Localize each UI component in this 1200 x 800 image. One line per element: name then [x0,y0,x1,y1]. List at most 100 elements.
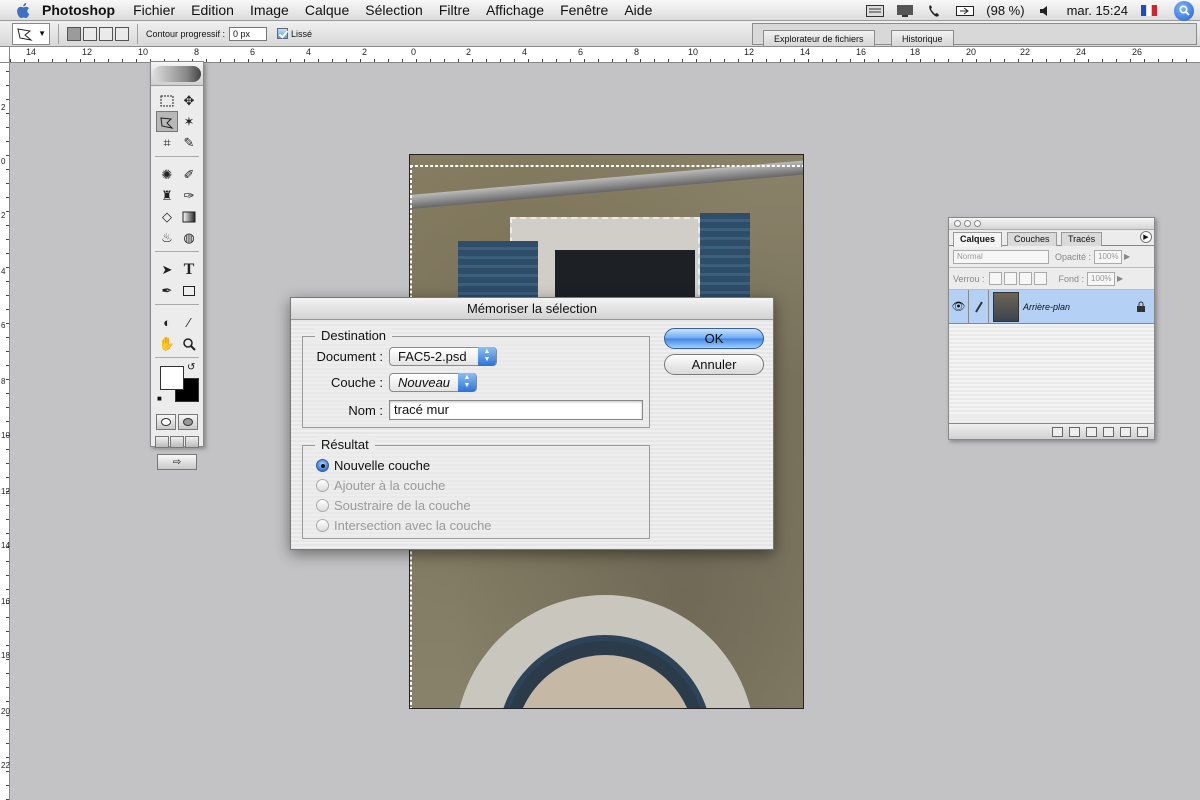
opacity-slider-icon[interactable]: ▶ [1124,252,1130,261]
radio-new-channel[interactable] [316,458,329,472]
screen-mode-full-button[interactable] [185,436,199,448]
dodge-tool-icon[interactable]: ◍ [178,227,200,248]
menu-fichier[interactable]: Fichier [133,2,175,18]
history-brush-icon[interactable]: ✑ [178,185,200,206]
subtract-selection-button[interactable] [99,26,113,41]
new-group-icon[interactable] [1086,426,1097,437]
gradient-tool-icon[interactable] [178,206,200,227]
lasso-tool-icon[interactable] [156,111,178,132]
volume-icon[interactable] [1037,4,1055,18]
default-colors-icon[interactable]: ■ [157,394,162,403]
lock-position-icon[interactable] [1018,272,1032,285]
screen-mode-standard-button[interactable] [155,436,169,448]
eyedropper-tool-icon[interactable]: ⁄ [178,312,200,333]
lock-all-icon[interactable] [1033,272,1047,285]
menu-image[interactable]: Image [250,2,289,18]
ok-button[interactable]: OK [664,328,764,349]
layer-name[interactable]: Arrière-plan [1023,302,1136,312]
palette-titlebar[interactable] [949,218,1154,230]
lock-transparency-icon[interactable] [988,272,1002,285]
tab-paths[interactable]: Tracés [1061,232,1103,246]
channel-name-input[interactable]: tracé mur [389,400,643,420]
standard-mode-button[interactable] [156,414,176,430]
pen-tool-icon[interactable]: ✒ [156,280,178,301]
fill-slider-icon[interactable]: ▶ [1117,274,1123,283]
swap-colors-icon[interactable]: ↺ [187,362,195,373]
menu-fenetre[interactable]: Fenêtre [560,2,608,18]
channel-select[interactable]: Nouveau ▲ ▼ [389,373,477,392]
zoom-tool-icon[interactable] [178,333,200,354]
move-tool-icon[interactable]: ✥ [178,90,200,111]
fill-input[interactable]: 100% [1087,271,1116,286]
document-select[interactable]: FAC5-2.psd ▲ ▼ [389,347,497,366]
marquee-tool-icon[interactable] [156,90,178,111]
palette-menu-icon[interactable]: ▶ [1140,231,1152,243]
menu-affichage[interactable]: Affichage [486,2,544,18]
battery-icon[interactable] [956,4,975,18]
opacity-input[interactable]: 100% [1094,249,1123,264]
toolbox-header[interactable] [151,62,203,86]
zoom-icon[interactable] [974,220,981,227]
type-tool-icon[interactable]: T [178,259,200,280]
menu-app-name[interactable]: Photoshop [42,2,115,18]
tab-layers[interactable]: Calques [953,232,1003,247]
brush-link-icon[interactable] [969,289,989,324]
layer-mask-icon[interactable] [1069,426,1080,437]
new-selection-button[interactable] [67,26,81,41]
radio-add-to-channel[interactable] [316,478,329,492]
brush-tool-icon[interactable]: ✐ [178,164,200,185]
menu-edition[interactable]: Edition [191,2,234,18]
vertical-ruler[interactable]: 2 0 2 4 6 8 10 12 14 16 18 20 22 [0,63,10,800]
feather-input[interactable]: 0 px [229,26,268,41]
menu-calque[interactable]: Calque [305,2,349,18]
shape-tool-icon[interactable] [178,280,200,301]
spotlight-icon[interactable] [1174,0,1194,21]
quick-mask-button[interactable] [178,414,198,430]
flag-fr-icon[interactable] [1140,4,1158,18]
dialog-title[interactable]: Mémoriser la sélection [291,298,773,320]
healing-brush-icon[interactable]: ✺ [156,164,178,185]
display-icon[interactable] [896,4,914,18]
add-selection-button[interactable] [83,26,97,41]
antialias-checkbox[interactable] [277,28,289,39]
intersect-selection-button[interactable] [115,26,129,41]
menu-aide[interactable]: Aide [624,2,652,18]
option-new-channel[interactable]: Nouvelle couche [316,456,430,474]
eye-icon[interactable]: 👁 [949,289,969,324]
new-layer-icon[interactable] [1120,426,1131,437]
slice-tool-icon[interactable]: ✎ [178,132,200,153]
foreground-color-swatch[interactable] [160,366,184,390]
phone-icon[interactable] [926,4,944,18]
blur-tool-icon[interactable]: ♨ [156,227,178,248]
layer-row[interactable]: 👁 Arrière-plan [949,289,1154,324]
trash-icon[interactable] [1137,426,1148,437]
crop-tool-icon[interactable]: ⌗ [156,132,178,153]
eraser-tool-icon[interactable]: ◇ [156,206,178,227]
tool-preset-picker[interactable]: ▼ [12,22,50,45]
keyboard-icon[interactable] [866,4,885,18]
lock-pixels-icon[interactable] [1003,272,1017,285]
jump-to-imageready-button[interactable]: ⇨ [157,454,197,470]
tab-channels[interactable]: Couches [1007,232,1057,246]
option-subtract-from-channel[interactable]: Soustraire de la couche [316,496,471,514]
layer-style-icon[interactable] [1052,426,1063,437]
minimize-icon[interactable] [964,220,971,227]
tab-file-browser[interactable]: Explorateur de fichiers [763,30,875,46]
blend-mode-select[interactable]: Normal [953,249,1049,264]
option-intersect-with-channel[interactable]: Intersection avec la couche [316,516,492,534]
option-add-to-channel[interactable]: Ajouter à la couche [316,476,445,494]
menu-filtre[interactable]: Filtre [439,2,470,18]
close-icon[interactable] [954,220,961,227]
hand-tool-icon[interactable]: ✋ [156,333,178,354]
radio-subtract-from-channel[interactable] [316,498,329,512]
adjustment-layer-icon[interactable] [1103,426,1114,437]
ruler-corner[interactable] [0,47,10,63]
cancel-button[interactable]: Annuler [664,354,764,375]
tab-history[interactable]: Historique [891,30,954,46]
notes-tool-icon[interactable]: ◐ [156,312,178,333]
magic-wand-tool-icon[interactable]: ✶ [178,111,200,132]
screen-mode-menubar-button[interactable] [170,436,184,448]
apple-icon[interactable] [16,2,32,19]
radio-intersect-with-channel[interactable] [316,518,329,532]
menubar-clock[interactable]: mar. 15:24 [1067,3,1128,18]
